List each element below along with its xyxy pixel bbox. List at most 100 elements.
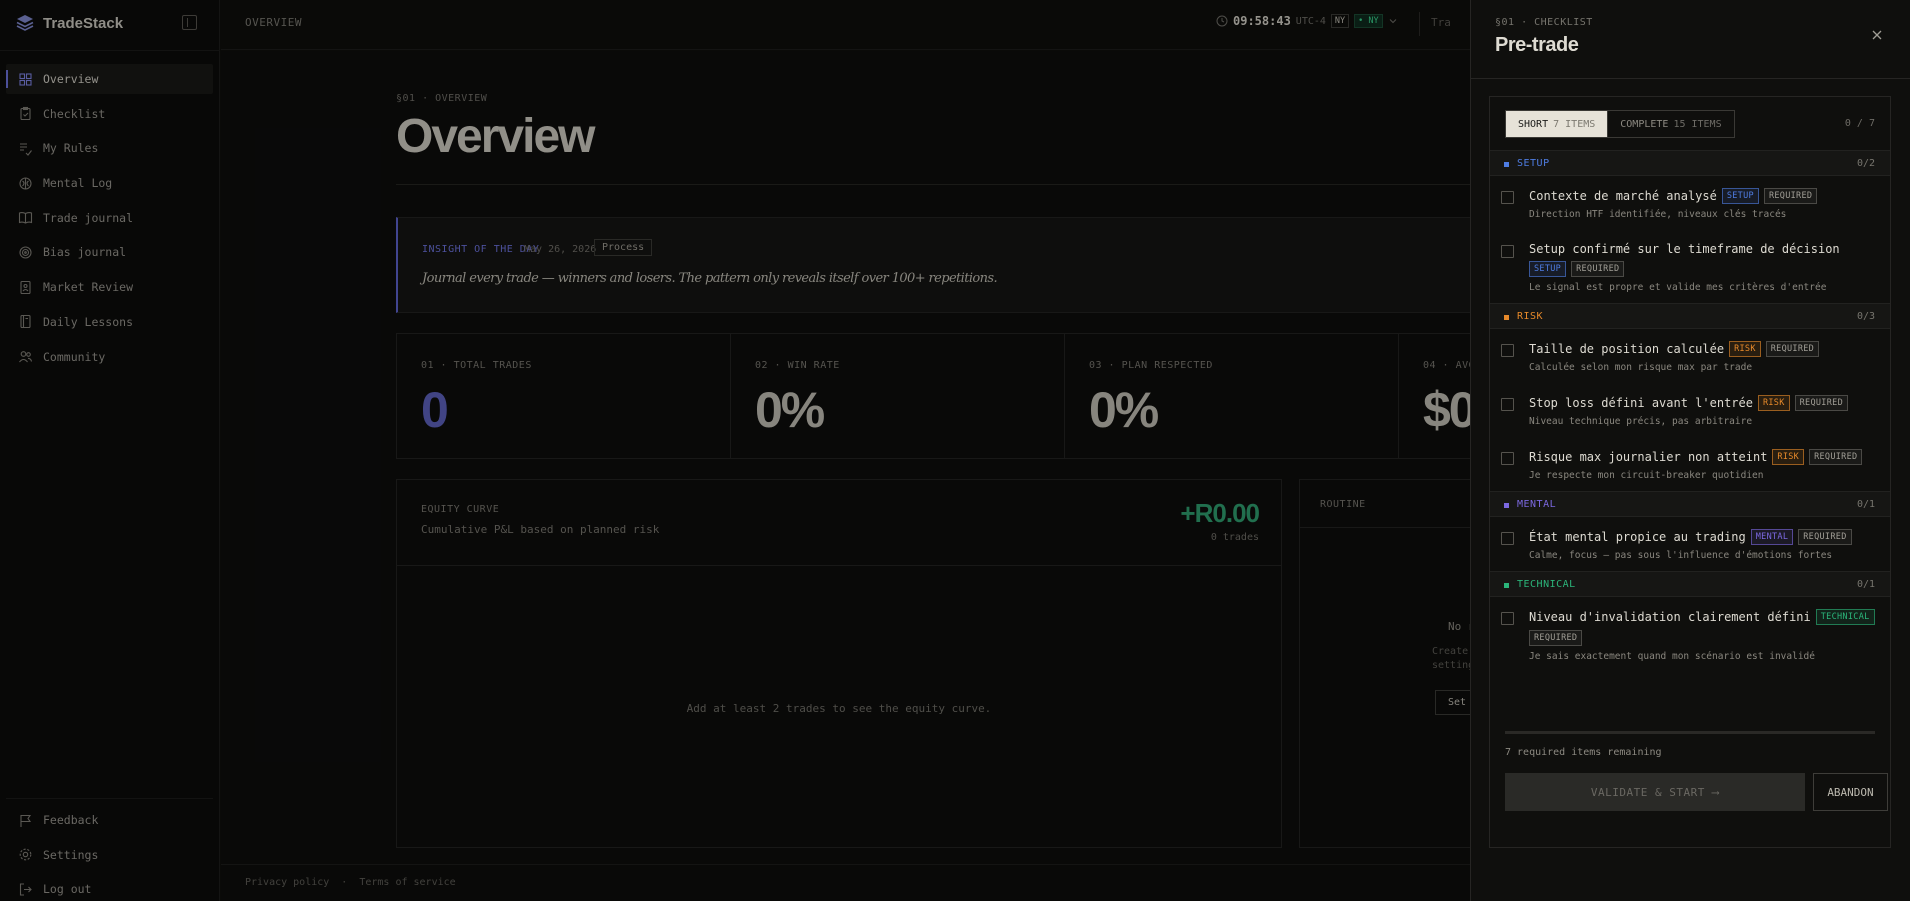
stat-value: $0 — [1423, 382, 1477, 438]
checkbox[interactable] — [1501, 532, 1514, 545]
sidebar-item-mental-log[interactable]: Mental Log — [6, 168, 213, 198]
checklist-group-header: MENTAL 0/1 — [1490, 491, 1890, 517]
tab-short[interactable]: SHORT 7 ITEMS — [1506, 111, 1609, 137]
completion-bar — [1505, 731, 1875, 734]
routine-desc-line: setting — [1432, 660, 1475, 671]
item-title: Stop loss défini avant l'entrée — [1529, 396, 1753, 410]
topbar-trailing-text: Tra — [1431, 16, 1451, 29]
item-title-row: Setup confirmé sur le timeframe de décis… — [1529, 242, 1876, 277]
equity-empty-state: Add at least 2 trades to see the equity … — [686, 702, 992, 715]
item-title: Taille de position calculée — [1529, 342, 1725, 356]
sidebar-item-daily-lessons[interactable]: Daily Lessons — [6, 307, 213, 337]
sidebar-item-overview[interactable]: Overview — [6, 64, 213, 94]
stat-value: 0 — [421, 382, 449, 438]
checklist-item[interactable]: État mental propice au trading MENTAL REQU… — [1490, 517, 1890, 571]
sidebar-item-bias-journal[interactable]: Bias journal — [6, 237, 213, 267]
sidebar-item-my-rules[interactable]: My Rules — [6, 133, 213, 163]
sidebar-item-feedback[interactable]: Feedback — [6, 805, 213, 835]
routine-header: ROUTINE — [1300, 480, 1498, 528]
checklist-item[interactable]: Risque max journalier non atteint RISK REQ… — [1490, 437, 1890, 491]
checklist-item[interactable]: Setup confirmé sur le timeframe de décis… — [1490, 230, 1890, 303]
item-title-row: Taille de position calculée RISK REQUIRED — [1529, 341, 1876, 357]
required-badge: REQUIRED — [1794, 395, 1848, 411]
group-name: RISK — [1517, 311, 1544, 322]
page-title: Overview — [396, 110, 595, 163]
group-name: SETUP — [1517, 158, 1550, 169]
checkbox[interactable] — [1501, 398, 1514, 411]
equity-label: EQUITY CURVE — [421, 504, 500, 515]
category-badge: MENTAL — [1750, 529, 1794, 545]
grid-icon — [19, 72, 32, 86]
main-content: §01 · OVERVIEW Overview INSIGHT OF THE D… — [221, 51, 1733, 901]
group-color-dot — [1504, 162, 1509, 167]
brand[interactable]: TradeStack — [16, 12, 123, 34]
book-open-icon — [18, 212, 33, 224]
close-icon[interactable] — [1869, 27, 1885, 43]
sidebar-item-log-out[interactable]: Log out — [6, 874, 213, 901]
checklist-group-header: TECHNICAL 0/1 — [1490, 571, 1890, 597]
tab-complete[interactable]: COMPLETE 15 ITEMS — [1608, 111, 1733, 137]
abandon-button[interactable]: ABANDON — [1813, 773, 1888, 811]
required-badge: REQUIRED — [1763, 188, 1818, 204]
sidebar-item-community[interactable]: Community — [6, 342, 213, 372]
routine-card: ROUTINE No r Create setting Set — [1299, 479, 1499, 848]
stat-value: 0% — [755, 382, 825, 438]
remaining-count: 7 required items remaining — [1505, 747, 1662, 758]
checklist-group-header: RISK 0/3 — [1490, 303, 1890, 329]
group-count: 0/3 — [1856, 311, 1875, 322]
checklist-item[interactable]: Taille de position calculée RISK REQUIRED C… — [1490, 329, 1890, 383]
checkbox[interactable] — [1501, 452, 1514, 465]
checkbox[interactable] — [1501, 245, 1514, 258]
divider — [1471, 78, 1910, 79]
equity-subtitle: Cumulative P&L based on planned risk — [421, 523, 660, 536]
sidebar-item-settings[interactable]: Settings — [6, 840, 213, 870]
stats-row: 01 · TOTAL TRADES 0 02 · WIN RATE 0% 03 · PL… — [396, 333, 1733, 459]
checkbox[interactable] — [1501, 191, 1514, 204]
checklist-item[interactable]: Contexte de marché analysé SETUP REQUIRED D… — [1490, 176, 1890, 230]
terms-link[interactable]: Terms of service — [359, 877, 455, 888]
group-color-dot — [1504, 503, 1509, 508]
privacy-link[interactable]: Privacy policy — [245, 877, 329, 888]
sidebar-nav: Overview Checklist My Rules Mental Log Trade… — [6, 64, 213, 376]
required-badge: REQUIRED — [1529, 630, 1583, 646]
session-chip: NY — [1330, 14, 1350, 28]
item-title: État mental propice au trading — [1529, 530, 1746, 544]
live-session-chip: • NY — [1354, 14, 1383, 28]
sidebar-item-trade-journal[interactable]: Trade journal — [6, 203, 213, 233]
item-title: Niveau d'invalidation clairement défini — [1529, 610, 1811, 624]
divider — [1419, 12, 1420, 36]
checklist-tabs: SHORT 7 ITEMS COMPLETE 15 ITEMS — [1505, 110, 1735, 138]
checklist-groups: SETUP 0/2 Contexte de marché analysé SETUP R… — [1490, 150, 1890, 672]
insight-label: INSIGHT OF THE DAY — [422, 244, 540, 255]
sidebar-item-label: Checklist — [43, 106, 106, 121]
stat-label: 03 · PLAN RESPECTED — [1089, 360, 1213, 371]
market-clock[interactable]: 09:58:43 UTC-4 NY • NY — [1216, 14, 1398, 28]
validate-start-button[interactable]: VALIDATE & START ⟶ — [1505, 773, 1805, 811]
sidebar-item-market-review[interactable]: Market Review — [6, 272, 213, 302]
clipboard-check-icon — [20, 107, 31, 121]
sidebar-item-label: Feedback — [43, 813, 99, 827]
section-label: §01 · OVERVIEW — [396, 93, 488, 104]
chevron-down-icon[interactable] — [1388, 16, 1398, 26]
checklist-panel: SHORT 7 ITEMS COMPLETE 15 ITEMS 0 / 7 SETUP… — [1489, 96, 1891, 848]
required-badge: REQUIRED — [1809, 449, 1863, 465]
checkbox[interactable] — [1501, 612, 1514, 625]
checkbox[interactable] — [1501, 344, 1514, 357]
footer-links: Privacy policy · Terms of service — [245, 877, 456, 888]
stat-label: 02 · WIN RATE — [755, 360, 840, 371]
item-description: Le signal est propre et valide mes critè… — [1529, 282, 1827, 293]
checklist-item[interactable]: Stop loss défini avant l'entrée RISK REQUI… — [1490, 383, 1890, 437]
equity-curve-card: EQUITY CURVE Cumulative P&L based on pla… — [396, 479, 1282, 848]
routine-label: ROUTINE — [1320, 499, 1366, 510]
category-badge: RISK — [1729, 341, 1761, 357]
item-title-row: Niveau d'invalidation clairement défini T… — [1529, 609, 1876, 646]
sidebar-item-checklist[interactable]: Checklist — [6, 99, 213, 129]
insight-quote: Journal every trade — winners and losers… — [422, 271, 998, 286]
tab-label: SHORT — [1518, 118, 1549, 130]
collapse-sidebar-icon[interactable] — [182, 15, 197, 30]
topbar: OVERVIEW 09:58:43 UTC-4 NY • NY Tra — [221, 0, 1470, 50]
checklist-group-header: SETUP 0/2 — [1490, 150, 1890, 176]
clock-timezone: UTC-4 — [1295, 15, 1326, 27]
category-badge: RISK — [1757, 395, 1790, 411]
checklist-item[interactable]: Niveau d'invalidation clairement défini T… — [1490, 597, 1890, 672]
